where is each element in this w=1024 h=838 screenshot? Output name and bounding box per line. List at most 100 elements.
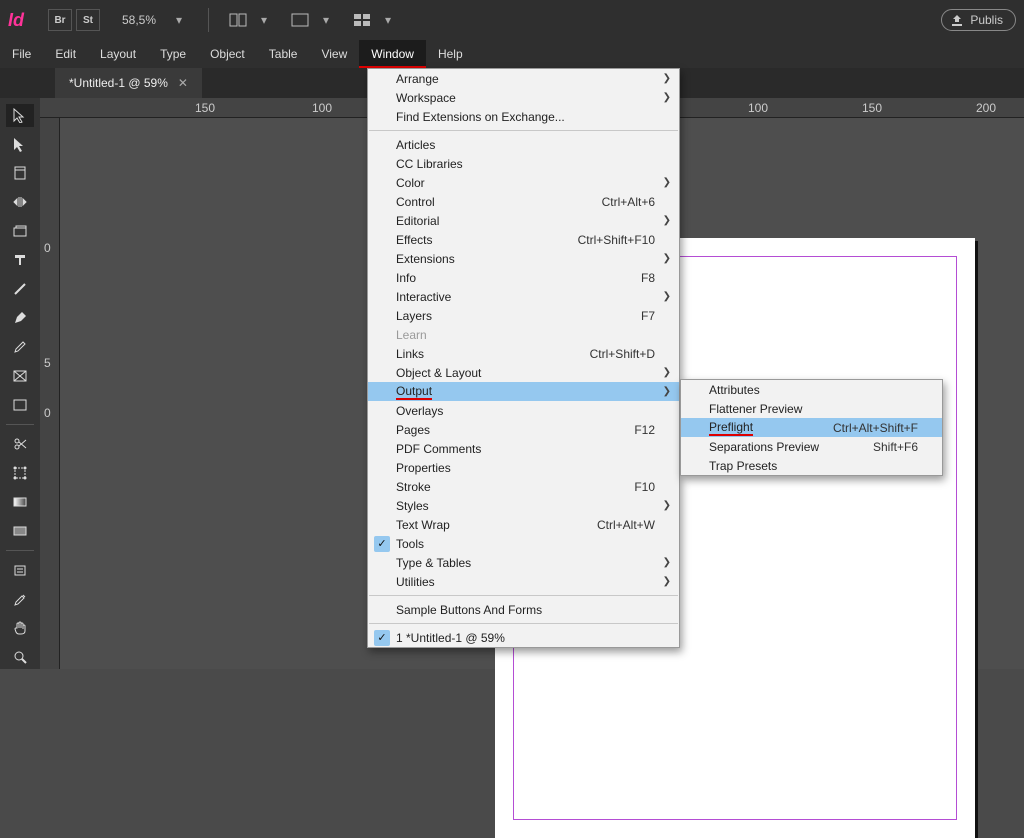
menu-item-utilities[interactable]: Utilities❯: [368, 572, 679, 591]
note-tool[interactable]: [6, 559, 34, 582]
submenu-arrow-icon: ❯: [663, 500, 671, 511]
menubar-item-table[interactable]: Table: [257, 40, 310, 68]
menu-item-label: Learn: [396, 328, 427, 342]
stock-button[interactable]: St: [76, 9, 100, 31]
menu-item-links[interactable]: Links Ctrl+Shift+D: [368, 344, 679, 363]
zoom-tool[interactable]: [6, 646, 34, 669]
selection-tool[interactable]: [6, 104, 34, 127]
publish-online-button[interactable]: Publis: [941, 9, 1016, 31]
submenu-item-trap-presets[interactable]: Trap Presets: [681, 456, 942, 475]
menu-item-label: Utilities: [396, 575, 435, 589]
submenu-item-label: Trap Presets: [709, 459, 777, 473]
publish-label: Publis: [970, 13, 1003, 27]
menu-item-info[interactable]: InfoF8: [368, 268, 679, 287]
menu-item-interactive[interactable]: Interactive❯: [368, 287, 679, 306]
tab-label: *Untitled-1 @ 59%: [69, 76, 168, 90]
menubar-item-layout[interactable]: Layout: [88, 40, 148, 68]
menu-item-tools[interactable]: ✓Tools: [368, 534, 679, 553]
type-tool[interactable]: [6, 249, 34, 272]
menubar-item-window[interactable]: Window: [359, 40, 426, 68]
menu-item-editorial[interactable]: Editorial❯: [368, 211, 679, 230]
bridge-button[interactable]: Br: [48, 9, 72, 31]
menu-item-label: Workspace: [396, 91, 456, 105]
view-options-icon[interactable]: [227, 9, 249, 31]
menubar-item-object[interactable]: Object: [198, 40, 257, 68]
line-tool[interactable]: [6, 277, 34, 300]
document-tab[interactable]: *Untitled-1 @ 59% ✕: [55, 68, 202, 98]
menu-item-control[interactable]: ControlCtrl+Alt+6: [368, 192, 679, 211]
gradient-swatch-tool[interactable]: [6, 491, 34, 514]
menu-item-1-untitled-1-59-[interactable]: ✓1 *Untitled-1 @ 59%: [368, 628, 679, 647]
zoom-level[interactable]: 58,5%: [114, 13, 164, 27]
menu-item-pages[interactable]: PagesF12: [368, 420, 679, 439]
page-tool[interactable]: [6, 162, 34, 185]
menu-item-layers[interactable]: LayersF7: [368, 306, 679, 325]
upload-icon: [950, 13, 964, 27]
zoom-dropdown-icon[interactable]: ▾: [168, 9, 190, 31]
app-logo: Id: [8, 10, 34, 31]
menu-item-output[interactable]: Output❯: [368, 382, 679, 401]
menubar-item-type[interactable]: Type: [148, 40, 198, 68]
menubar-item-view[interactable]: View: [309, 40, 359, 68]
menu-item-label: Type & Tables: [396, 556, 471, 570]
submenu-item-label: Flattener Preview: [709, 402, 802, 416]
menu-item-object-layout[interactable]: Object & Layout❯: [368, 363, 679, 382]
menu-item-effects[interactable]: EffectsCtrl+Shift+F10: [368, 230, 679, 249]
hand-tool[interactable]: [6, 617, 34, 640]
menu-item-sample-buttons-and-forms[interactable]: Sample Buttons And Forms: [368, 600, 679, 619]
menubar-item-file[interactable]: File: [0, 40, 43, 68]
dropdown-icon[interactable]: ▾: [377, 9, 399, 31]
menu-item-cc-libraries[interactable]: CC Libraries: [368, 154, 679, 173]
menu-item-overlays[interactable]: Overlays: [368, 401, 679, 420]
rectangle-frame-tool[interactable]: [6, 364, 34, 387]
menu-item-label: 1 *Untitled-1 @ 59%: [396, 631, 505, 645]
submenu-arrow-icon: ❯: [663, 253, 671, 264]
menu-shortcut: F12: [634, 423, 669, 437]
ruler-mark: 100: [312, 101, 332, 115]
gap-tool[interactable]: [6, 191, 34, 214]
menu-item-color[interactable]: Color❯: [368, 173, 679, 192]
submenu-item-flattener-preview[interactable]: Flattener Preview: [681, 399, 942, 418]
free-transform-tool[interactable]: [6, 462, 34, 485]
ruler-mark: 100: [748, 101, 768, 115]
menubar-item-edit[interactable]: Edit: [43, 40, 88, 68]
content-collector-tool[interactable]: [6, 220, 34, 243]
menu-item-label: Articles: [396, 138, 435, 152]
pen-tool[interactable]: [6, 306, 34, 329]
menubar-item-help[interactable]: Help: [426, 40, 475, 68]
rectangle-tool[interactable]: [6, 393, 34, 416]
menu-item-label: Text Wrap: [396, 518, 450, 532]
menu-item-styles[interactable]: Styles❯: [368, 496, 679, 515]
direct-selection-tool[interactable]: [6, 133, 34, 156]
submenu-item-attributes[interactable]: Attributes: [681, 380, 942, 399]
menu-item-properties[interactable]: Properties: [368, 458, 679, 477]
menu-item-label: Extensions: [396, 252, 455, 266]
menu-item-label: Editorial: [396, 214, 439, 228]
menu-item-label: Links: [396, 347, 424, 361]
submenu-item-preflight[interactable]: PreflightCtrl+Alt+Shift+F: [681, 418, 942, 437]
scissors-tool[interactable]: [6, 433, 34, 456]
menu-item-stroke[interactable]: StrokeF10: [368, 477, 679, 496]
gradient-feather-tool[interactable]: [6, 520, 34, 543]
menu-item-extensions[interactable]: Extensions ❯: [368, 249, 679, 268]
menu-item-text-wrap[interactable]: Text WrapCtrl+Alt+W: [368, 515, 679, 534]
menu-item-find-extensions-on-exchange-[interactable]: Find Extensions on Exchange...: [368, 107, 679, 126]
submenu-item-separations-preview[interactable]: Separations PreviewShift+F6: [681, 437, 942, 456]
menu-item-arrange[interactable]: Arrange❯: [368, 69, 679, 88]
menu-separator: [369, 623, 678, 624]
menu-item-workspace[interactable]: Workspace❯: [368, 88, 679, 107]
eyedropper-tool[interactable]: [6, 588, 34, 611]
arrange-docs-icon[interactable]: [351, 9, 373, 31]
submenu-item-label: Attributes: [709, 383, 760, 397]
menu-shortcut: Ctrl+Shift+D: [590, 347, 669, 361]
menu-item-label: Arrange: [396, 72, 439, 86]
menu-shortcut: Ctrl+Alt+6: [602, 195, 669, 209]
dropdown-icon[interactable]: ▾: [253, 9, 275, 31]
screen-mode-icon[interactable]: [289, 9, 311, 31]
dropdown-icon[interactable]: ▾: [315, 9, 337, 31]
menu-item-articles[interactable]: Articles: [368, 135, 679, 154]
menu-item-pdf-comments[interactable]: PDF Comments: [368, 439, 679, 458]
menu-item-type-tables[interactable]: Type & Tables❯: [368, 553, 679, 572]
pencil-tool[interactable]: [6, 335, 34, 358]
close-icon[interactable]: ✕: [178, 76, 188, 90]
